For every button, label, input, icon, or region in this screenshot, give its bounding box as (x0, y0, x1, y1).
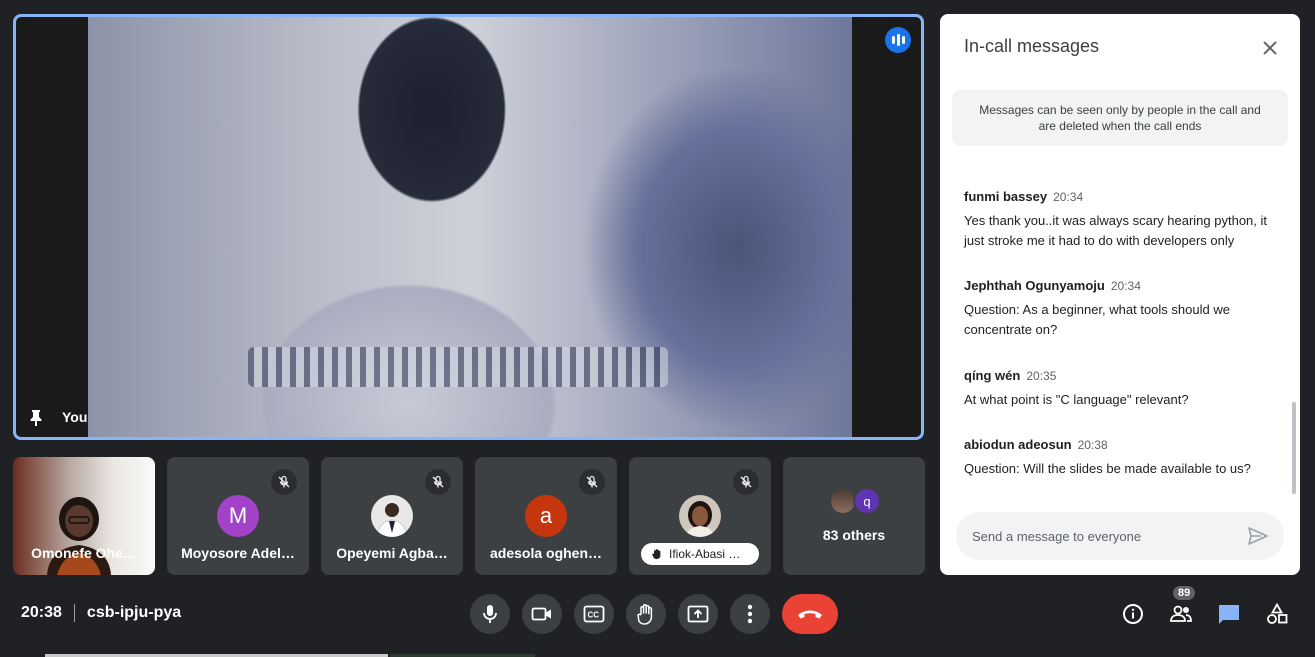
more-vert-icon (747, 604, 753, 624)
message-text: At what point is "C language" relevant? (964, 392, 1189, 407)
microphone-button[interactable] (470, 594, 510, 634)
activities-button[interactable] (1265, 600, 1289, 628)
raise-hand-icon (637, 604, 653, 625)
chat-notice: Messages can be seen only by people in t… (952, 90, 1288, 146)
chat-message: Jephthah Ogunyamoju 20:34 Question: As a … (964, 277, 1276, 340)
present-screen-icon (687, 605, 709, 623)
chat-icon (1219, 605, 1239, 624)
leave-call-button[interactable] (782, 594, 838, 634)
info-icon (1123, 604, 1143, 624)
participant-tile[interactable]: Opeyemi Agba… (321, 457, 463, 575)
others-count-label: 83 others (822, 527, 886, 543)
captions-button[interactable]: CC (574, 594, 614, 634)
chat-scrollbar[interactable] (1292, 402, 1296, 494)
end-call-icon (798, 610, 822, 619)
raised-hand-icon (652, 549, 661, 560)
message-text: Question: As a beginner, what tools shou… (964, 302, 1230, 337)
participant-tile[interactable]: Omonefe Ohe… (13, 457, 155, 575)
chat-panel-title: In-call messages (964, 36, 1100, 56)
main-video-tile[interactable]: You (13, 14, 924, 440)
message-time: 20:34 (1110, 279, 1141, 293)
send-icon[interactable] (1246, 524, 1270, 548)
participant-video (47, 497, 111, 575)
participant-name: Omonefe Ohe… (31, 545, 137, 561)
camera-icon (531, 607, 551, 621)
chat-button[interactable] (1217, 600, 1241, 628)
others-avatars: q (829, 487, 889, 517)
message-sender: abiodun adeosun (964, 437, 1072, 452)
meet-window: You Omonefe Ohe… M Moyosore Adel… Opeyem… (0, 0, 1315, 657)
video-detail (248, 347, 668, 387)
mic-muted-icon (733, 469, 759, 495)
people-button[interactable]: 89 (1169, 586, 1196, 628)
pin-icon[interactable] (28, 409, 44, 427)
participant-name: adesola oghen… (489, 545, 603, 561)
present-screen-button[interactable] (678, 594, 718, 634)
current-time: 20:38 (21, 604, 62, 621)
participant-name: Moyosore Adel… (181, 545, 295, 561)
svg-text:CC: CC (588, 611, 600, 620)
participant-name: Ifiok-Abasi … (669, 547, 741, 561)
more-options-button[interactable] (730, 594, 770, 634)
meeting-code: csb-ipju-pya (86, 604, 182, 621)
microphone-icon (483, 605, 497, 623)
chat-message: abiodun adeosun 20:38 Question: Will the … (964, 436, 1276, 479)
message-sender: qíng wén (964, 368, 1021, 383)
self-video-feed (88, 17, 852, 437)
raised-hand-name-pill: Ifiok-Abasi … (641, 543, 759, 565)
participant-tile[interactable]: a adesola oghen… (475, 457, 617, 575)
chat-message: qíng wén 20:35 At what point is "C langua… (964, 367, 1276, 410)
close-icon[interactable] (1258, 36, 1282, 60)
chat-message: funmi bassey 20:34 Yes thank you..it was … (964, 188, 1276, 251)
mic-muted-icon (425, 469, 451, 495)
avatar (371, 495, 413, 537)
message-text: Question: Will the slides be made availa… (964, 461, 1251, 476)
message-text: Yes thank you..it was always scary heari… (964, 213, 1268, 248)
avatar: a (525, 495, 567, 537)
raise-hand-button[interactable] (626, 594, 666, 634)
participant-tile[interactable]: M Moyosore Adel… (167, 457, 309, 575)
message-time: 20:34 (1053, 190, 1084, 204)
message-time: 20:38 (1077, 438, 1108, 452)
self-name-label: You (62, 409, 88, 425)
message-input-container (956, 512, 1284, 560)
mic-muted-icon (579, 469, 605, 495)
participant-name: Opeyemi Agba… (336, 545, 448, 561)
avatar: q (853, 487, 881, 515)
people-count-badge: 89 (1173, 586, 1196, 600)
camera-button[interactable] (522, 594, 562, 634)
message-sender: funmi bassey (964, 189, 1048, 204)
divider (73, 604, 75, 622)
call-controls: CC (470, 594, 838, 634)
captions-icon: CC (583, 605, 605, 623)
speaking-indicator-icon (885, 27, 911, 53)
people-icon (1170, 605, 1192, 622)
mic-muted-icon (271, 469, 297, 495)
meeting-details-button[interactable] (1121, 600, 1145, 628)
message-time: 20:35 (1026, 369, 1057, 383)
avatar: M (217, 495, 259, 537)
avatar (679, 495, 721, 537)
message-sender: Jephthah Ogunyamoju (964, 278, 1105, 293)
meeting-info: 20:38 csb-ipju-pya (21, 604, 181, 622)
others-tile[interactable]: q 83 others (783, 457, 925, 575)
chat-panel: In-call messages Messages can be seen on… (940, 14, 1300, 575)
side-controls: 89 (1121, 586, 1289, 628)
activities-icon (1267, 603, 1288, 624)
participant-tile[interactable]: Ifiok-Abasi … (629, 457, 771, 575)
message-input[interactable] (972, 528, 1246, 544)
